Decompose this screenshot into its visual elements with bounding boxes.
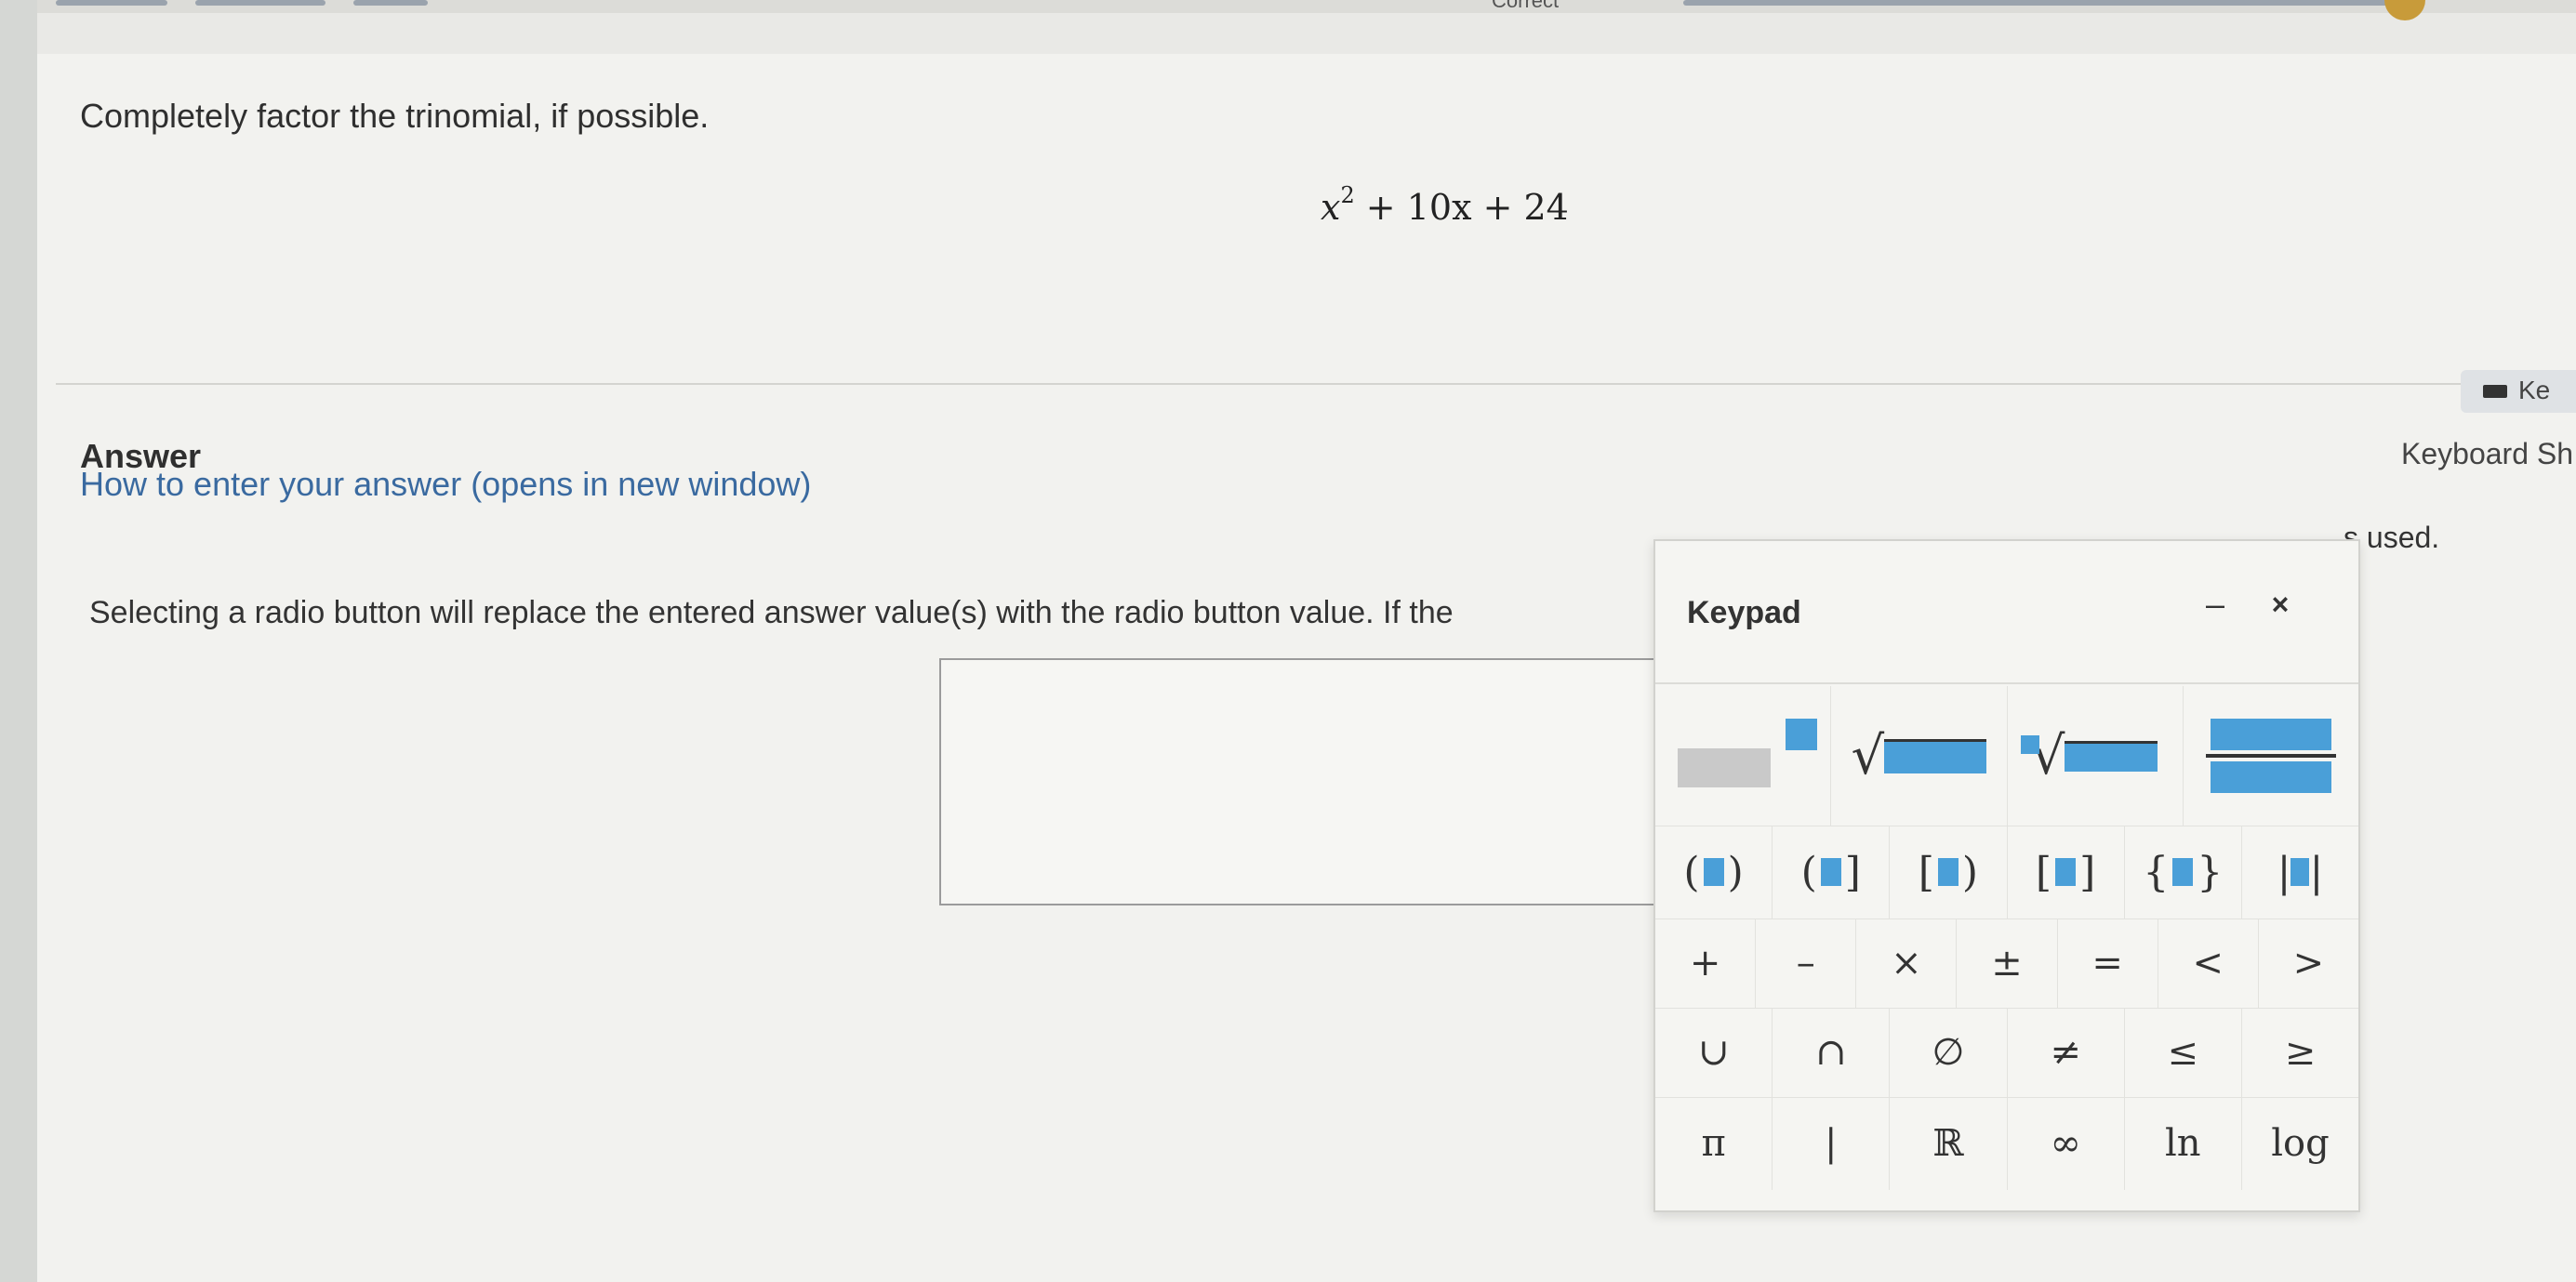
key-open-paren-close-paren[interactable]: () [1655, 826, 1773, 919]
key-infinity[interactable]: ∞ [2008, 1097, 2125, 1190]
keypad-panel: Keypad – × √ √ () (] [) [] {} | | + – × … [1653, 539, 2360, 1212]
trinomial-expression: x2 + 10x + 24 [1321, 182, 1569, 228]
keypad-toggle-button[interactable]: Ke [2461, 370, 2576, 413]
key-absolute-value[interactable]: | | [2242, 826, 2358, 919]
key-log[interactable]: log [2242, 1097, 2358, 1190]
status-correct: Correct [1492, 0, 1560, 12]
key-set-braces[interactable]: {} [2125, 826, 2242, 919]
brace-left: { [2143, 848, 2170, 896]
power-base-slot [1678, 748, 1772, 787]
key-greater-or-equal[interactable]: ≥ [2242, 1008, 2358, 1097]
key-open-bracket-close-paren[interactable]: [) [1890, 826, 2008, 919]
key-real-numbers[interactable]: ℝ [1890, 1097, 2008, 1190]
bracket-right: ] [1844, 848, 1861, 896]
bracket-left: [ [2035, 848, 2052, 896]
slot [1937, 858, 1959, 886]
fraction-bar [2205, 754, 2336, 758]
denominator-slot [2210, 761, 2331, 793]
radio-instruction-text: Selecting a radio button will replace th… [89, 595, 1454, 630]
slot [1703, 858, 1724, 886]
key-greater-than[interactable]: > [2259, 919, 2358, 1008]
brace-right: } [2197, 848, 2224, 896]
key-plus[interactable]: + [1655, 919, 1757, 1008]
slot [2172, 858, 2194, 886]
key-minus[interactable]: – [1756, 919, 1857, 1008]
keypad-toggle-label: Ke [2518, 376, 2551, 404]
bracket-right: ) [1961, 848, 1979, 896]
key-times[interactable]: × [1856, 919, 1958, 1008]
key-less-or-equal[interactable]: ≤ [2125, 1008, 2242, 1097]
key-square-root-template[interactable]: √ [1831, 686, 2008, 826]
slot [1820, 858, 1841, 886]
bracket-left: [ [1918, 848, 1934, 896]
key-less-than[interactable]: < [2158, 919, 2259, 1008]
key-power-template[interactable] [1655, 686, 1832, 826]
keypad-title: Keypad [1687, 595, 1801, 630]
keyboard-icon [2483, 385, 2507, 398]
status-indicator-icon [2384, 0, 2425, 20]
key-empty-set[interactable]: ∅ [1890, 1008, 2008, 1097]
question-prompt: Completely factor the trinomial, if poss… [80, 97, 710, 135]
bracket-left: ( [1683, 848, 1700, 896]
key-open-paren-close-bracket[interactable]: (] [1773, 826, 1891, 919]
keypad-minimize-button[interactable]: – [2197, 586, 2234, 623]
key-pi[interactable]: π [1655, 1097, 1773, 1190]
keypad-brackets-row: () (] [) [] {} | | [1655, 826, 2358, 919]
key-ln[interactable]: ln [2125, 1097, 2242, 1190]
key-fraction-template[interactable] [2184, 686, 2358, 826]
section-divider [56, 383, 2576, 385]
key-not-equal[interactable]: ≠ [2008, 1008, 2125, 1097]
keypad-close-button[interactable]: × [2262, 586, 2299, 623]
radicand-slot [1884, 738, 1987, 773]
expression-variable: x [1321, 187, 1341, 228]
progress-segment [56, 0, 167, 6]
key-such-that[interactable]: | [1773, 1097, 1891, 1190]
progress-segment [195, 0, 325, 6]
keypad-sets-row: ∪ ∩ ∅ ≠ ≤ ≥ [1655, 1008, 2358, 1098]
keypad-templates-row: √ √ [1655, 686, 2358, 826]
expression-rest: + 10x + 24 [1354, 187, 1569, 228]
expression-exponent: 2 [1340, 182, 1355, 208]
key-intersection[interactable]: ∩ [1773, 1008, 1891, 1097]
numerator-slot [2210, 719, 2331, 750]
key-union[interactable]: ∪ [1655, 1008, 1773, 1097]
key-nth-root-template[interactable]: √ [2008, 686, 2184, 826]
slot [2055, 858, 2077, 886]
progress-segment [353, 0, 428, 6]
abs-bar-left: | [2277, 848, 2291, 896]
bracket-right: ) [1727, 848, 1744, 896]
radical-icon: √ [1851, 725, 1885, 786]
keyboard-shortcuts-link[interactable]: Keyboard Sh [2401, 437, 2573, 471]
keypad-misc-row: π | ℝ ∞ ln log [1655, 1097, 2358, 1190]
progress-segment [1683, 0, 2399, 6]
key-equals[interactable]: = [2058, 919, 2158, 1008]
abs-bar-right: | [2309, 848, 2324, 896]
how-to-enter-answer-link[interactable]: How to enter your answer (opens in new w… [80, 465, 811, 504]
bracket-left: ( [1800, 848, 1817, 896]
power-exponent-slot [1786, 719, 1818, 750]
root-index-slot [2020, 734, 2039, 754]
top-progress-strip [0, 0, 2576, 13]
keypad-operators-row: + – × ± = < > [1655, 919, 2358, 1009]
key-plus-minus[interactable]: ± [1957, 919, 2058, 1008]
keypad-header-divider [1655, 682, 2358, 684]
left-sidebar [0, 0, 37, 1282]
bracket-right: ] [2079, 848, 2096, 896]
radicand-slot [2065, 740, 2158, 772]
slot [2291, 858, 2310, 886]
key-open-bracket-close-bracket[interactable]: [] [2008, 826, 2125, 919]
